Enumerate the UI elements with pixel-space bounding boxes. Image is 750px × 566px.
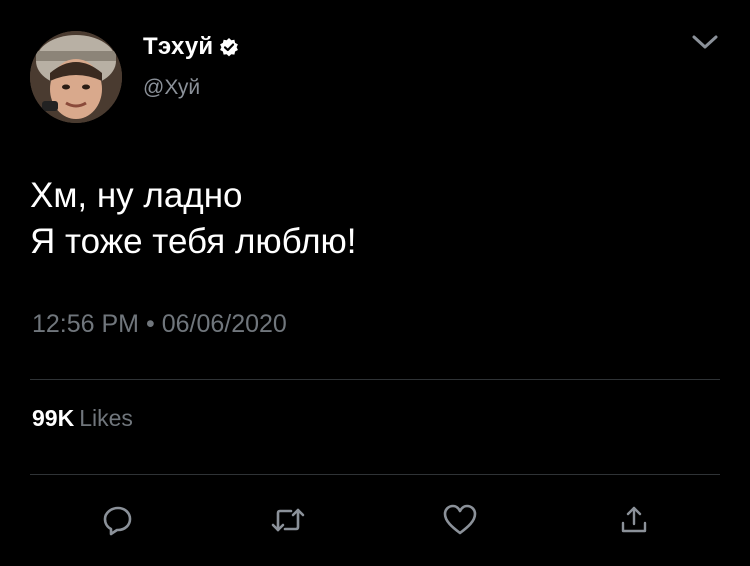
reply-button[interactable] bbox=[98, 500, 138, 540]
avatar[interactable] bbox=[30, 31, 122, 123]
heart-icon bbox=[443, 504, 477, 535]
divider bbox=[30, 379, 720, 380]
like-button[interactable] bbox=[440, 500, 480, 540]
likes-stat[interactable]: 99K Likes bbox=[32, 405, 133, 432]
divider bbox=[30, 474, 720, 475]
tweet-line: Я тоже тебя люблю! bbox=[30, 222, 357, 261]
name-row: Тэхуй bbox=[143, 32, 239, 62]
chevron-down-icon[interactable] bbox=[690, 30, 720, 54]
tweet-card: Тэхуй @Хуй Хм, ну ладно Я тоже тебя любл… bbox=[0, 0, 750, 566]
user-handle[interactable]: @Хуй bbox=[143, 76, 200, 100]
display-name[interactable]: Тэхуй bbox=[143, 33, 213, 61]
share-button[interactable] bbox=[614, 500, 654, 540]
reply-icon bbox=[103, 506, 132, 536]
verified-badge-icon bbox=[219, 37, 239, 57]
avatar-photo bbox=[30, 31, 122, 123]
tweet-time: 12:56 PM bbox=[32, 310, 140, 338]
share-icon bbox=[621, 506, 647, 533]
tweet-text: Хм, ну ладно Я тоже тебя люблю! bbox=[30, 173, 710, 265]
tweet-line: Хм, ну ладно bbox=[30, 176, 243, 215]
retweet-button[interactable] bbox=[268, 500, 308, 540]
retweet-icon bbox=[271, 508, 305, 532]
meta-separator: • bbox=[145, 310, 155, 338]
likes-label: Likes bbox=[79, 405, 133, 431]
tweet-timestamp: 12:56 PM • 06/06/2020 bbox=[32, 310, 287, 339]
tweet-date: 06/06/2020 bbox=[161, 310, 287, 338]
likes-count: 99K bbox=[32, 405, 75, 431]
